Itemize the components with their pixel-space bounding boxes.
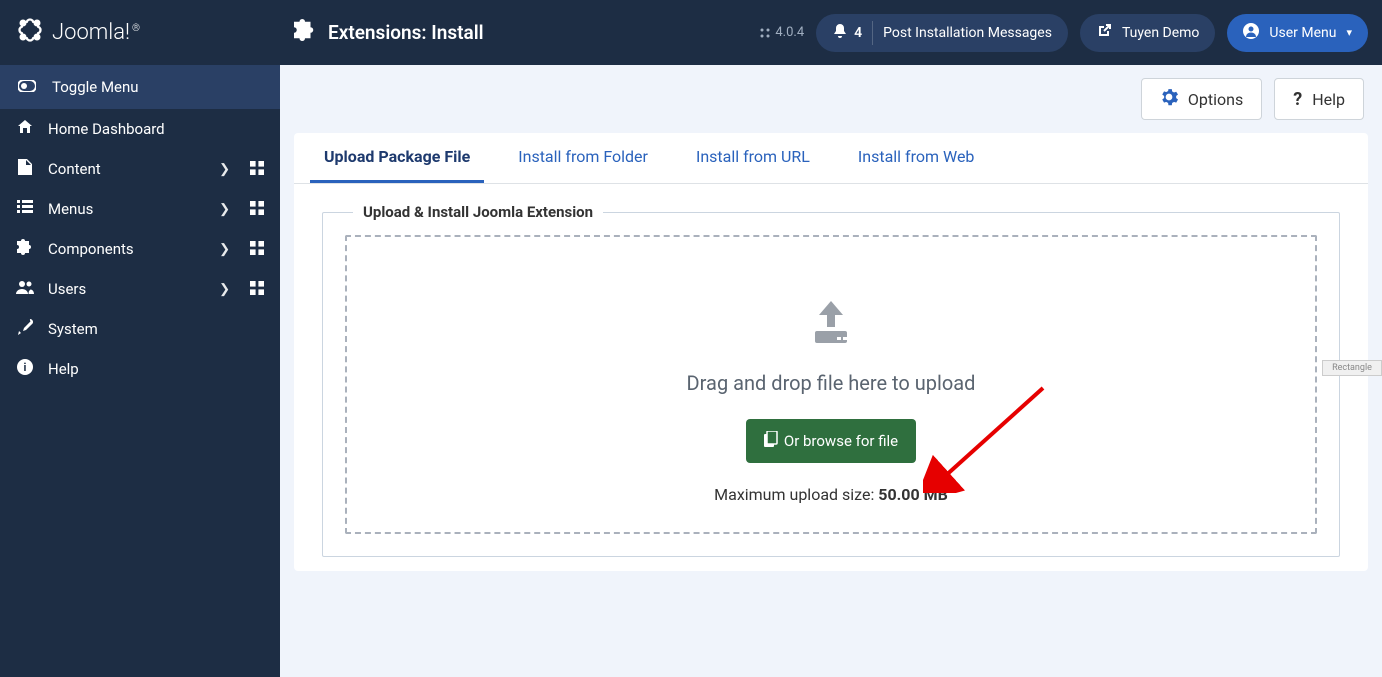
browse-file-button[interactable]: Or browse for file — [746, 419, 916, 463]
options-button[interactable]: Options — [1141, 78, 1262, 120]
brand-text: Joomla!® — [52, 20, 140, 45]
toggle-label: Toggle Menu — [52, 78, 139, 96]
sidebar-item-system[interactable]: System — [0, 309, 280, 349]
brand-logo[interactable]: Joomla!® — [0, 0, 280, 65]
svg-text:i: i — [24, 361, 27, 374]
sidebar-item-label: Content — [48, 160, 205, 178]
notif-count: 4 — [854, 25, 862, 41]
dashboard-grid-icon[interactable] — [250, 161, 264, 178]
sidebar-item-label: Help — [48, 360, 264, 378]
version-badge: 4.0.4 — [759, 25, 804, 40]
users-icon — [16, 280, 34, 298]
question-icon: ? — [1293, 89, 1302, 110]
site-preview-button[interactable]: Tuyen Demo — [1080, 14, 1215, 52]
user-icon — [1243, 23, 1259, 43]
chevron-right-icon: ❯ — [219, 162, 230, 177]
dashboard-grid-icon[interactable] — [250, 201, 264, 218]
file-icon — [16, 159, 34, 179]
sidebar-item-content[interactable]: Content ❯ — [0, 149, 280, 189]
rectangle-badge: Rectangle — [1322, 360, 1382, 376]
puzzle-icon — [16, 239, 34, 259]
chevron-down-icon: ▾ — [1346, 26, 1352, 39]
sidebar-item-users[interactable]: Users ❯ — [0, 269, 280, 309]
sidebar-item-label: System — [48, 320, 264, 338]
copy-icon — [764, 431, 778, 451]
topbar: Extensions: Install 4.0.4 4 Post Install… — [280, 0, 1382, 65]
sidebar-item-menus[interactable]: Menus ❯ — [0, 189, 280, 229]
toggle-menu[interactable]: Toggle Menu — [0, 65, 280, 109]
chevron-right-icon: ❯ — [219, 202, 230, 217]
user-menu-label: User Menu — [1269, 25, 1336, 41]
help-label: Help — [1312, 90, 1345, 109]
dashboard-grid-icon[interactable] — [250, 241, 264, 258]
upload-fieldset: Upload & Install Joomla Extension Drag a… — [322, 212, 1340, 557]
page-title-text: Extensions: Install — [328, 21, 484, 44]
max-upload-text: Maximum upload size: 50.00 MB — [347, 485, 1315, 504]
tabs: Upload Package File Install from Folder … — [294, 133, 1368, 184]
external-link-icon — [1096, 23, 1112, 43]
version-text: 4.0.4 — [775, 25, 804, 40]
fieldset-legend: Upload & Install Joomla Extension — [353, 203, 603, 221]
site-name: Tuyen Demo — [1122, 25, 1199, 41]
toolbar: Options ? Help — [280, 65, 1382, 133]
page-title: Extensions: Install — [294, 19, 484, 46]
tab-install-from-web[interactable]: Install from Web — [844, 133, 989, 183]
post-install-messages-button[interactable]: 4 Post Installation Messages — [816, 14, 1068, 52]
toggle-icon — [18, 78, 36, 96]
notif-label: Post Installation Messages — [883, 25, 1052, 41]
dnd-text: Drag and drop file here to upload — [347, 371, 1315, 395]
chevron-right-icon: ❯ — [219, 282, 230, 297]
gear-icon — [1160, 88, 1178, 110]
content-card: Upload Package File Install from Folder … — [294, 133, 1368, 571]
chevron-right-icon: ❯ — [219, 242, 230, 257]
user-menu-button[interactable]: User Menu ▾ — [1227, 14, 1368, 52]
sidebar-item-home-dashboard[interactable]: Home Dashboard — [0, 109, 280, 149]
sidebar-item-label: Users — [48, 280, 205, 298]
sidebar-item-components[interactable]: Components ❯ — [0, 229, 280, 269]
dashboard-grid-icon[interactable] — [250, 281, 264, 298]
sidebar-item-label: Home Dashboard — [48, 120, 264, 138]
tab-install-from-folder[interactable]: Install from Folder — [504, 133, 662, 183]
sidebar-item-help[interactable]: i Help — [0, 349, 280, 389]
options-label: Options — [1188, 90, 1243, 109]
help-button[interactable]: ? Help — [1274, 78, 1364, 120]
dropzone[interactable]: Drag and drop file here to upload Or bro… — [345, 235, 1317, 534]
list-icon — [16, 200, 34, 218]
info-icon: i — [16, 359, 34, 379]
wrench-icon — [16, 319, 34, 339]
sidebar-item-label: Menus — [48, 200, 205, 218]
tab-install-from-url[interactable]: Install from URL — [682, 133, 824, 183]
home-icon — [16, 119, 34, 139]
browse-label: Or browse for file — [784, 432, 898, 450]
bell-icon — [832, 23, 848, 43]
sidebar-item-label: Components — [48, 240, 205, 258]
sidebar: Joomla!® Toggle Menu Home Dashboard Cont… — [0, 0, 280, 677]
joomla-icon — [16, 16, 44, 50]
main-area: Extensions: Install 4.0.4 4 Post Install… — [280, 0, 1382, 677]
puzzle-icon — [294, 19, 316, 46]
tab-upload-package-file[interactable]: Upload Package File — [310, 133, 484, 183]
upload-icon — [347, 297, 1315, 347]
